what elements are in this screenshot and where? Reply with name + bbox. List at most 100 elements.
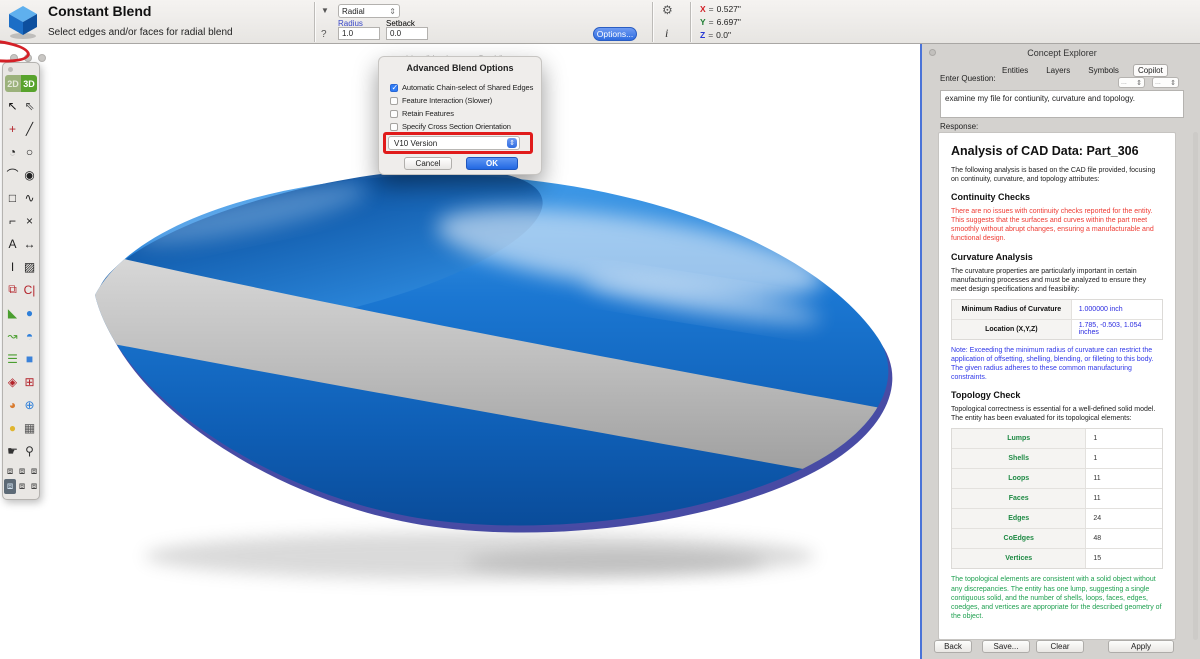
response-label: Response: xyxy=(940,122,978,131)
cancel-button[interactable]: Cancel xyxy=(404,157,452,170)
solid-cube-tool[interactable]: ■ xyxy=(21,347,38,370)
layers-tool[interactable]: ◈ xyxy=(4,370,21,393)
radius-input[interactable]: 1.0 xyxy=(338,27,380,40)
arc-tool[interactable]: ◔ xyxy=(4,140,21,163)
boolean-section-tool[interactable]: ◕ xyxy=(4,393,21,416)
checkbox-icon[interactable] xyxy=(390,110,398,118)
table-row: Loops 11 xyxy=(952,469,1162,489)
circle-tool[interactable]: ○ xyxy=(21,140,38,163)
mode-switch[interactable]: 2D 3D xyxy=(5,75,37,92)
checkbox-label: Specify Cross Section Orientation xyxy=(402,122,511,131)
surface-tool[interactable]: ◣ xyxy=(4,301,21,324)
curve-tool[interactable]: ⌒ xyxy=(4,163,21,186)
tool-subtitle: Select edges and/or faces for radial ble… xyxy=(48,27,233,38)
fillet-tool[interactable]: ⌐ xyxy=(4,209,21,232)
dialog-checkbox-row[interactable]: Automatic Chain-select of Shared Edges xyxy=(390,81,533,94)
table-row-value: 15 xyxy=(1086,549,1162,568)
render-tool[interactable]: ● xyxy=(4,416,21,439)
spline-tool[interactable]: ∿ xyxy=(21,186,38,209)
setback-input[interactable]: 0.0 xyxy=(386,27,428,40)
sphere-tool[interactable]: ● xyxy=(21,301,38,324)
info-icon[interactable]: i xyxy=(665,26,668,41)
dome-tool[interactable]: ◓ xyxy=(21,324,38,347)
tool-mini-column: ▼ ? xyxy=(318,0,334,44)
layers[interactable]: Layers xyxy=(1042,65,1074,76)
checkbox-icon[interactable] xyxy=(390,123,398,131)
checkbox-icon[interactable] xyxy=(390,84,398,92)
view-cube-5[interactable]: ⧈ xyxy=(16,479,28,494)
hatch-tool[interactable]: ▨ xyxy=(21,255,38,278)
explorer-titlebar[interactable]: Concept Explorer xyxy=(922,46,1200,60)
question-label: Enter Question: xyxy=(940,74,996,83)
save-button[interactable]: Save... xyxy=(982,640,1030,653)
dimension-tool[interactable]: ↔ xyxy=(21,232,38,255)
clear-button[interactable]: Clear xyxy=(1036,640,1084,653)
symbols[interactable]: Symbols xyxy=(1084,65,1123,76)
table-row-value: 1.785, -0.503, 1.054 inches xyxy=(1072,320,1162,339)
response-scrollbar[interactable] xyxy=(1193,132,1198,640)
help-icon[interactable]: ? xyxy=(321,29,327,40)
entities[interactable]: Entities xyxy=(998,65,1032,76)
cross-tool[interactable]: × xyxy=(21,209,38,232)
checkbox-label: Retain Features xyxy=(402,109,454,118)
x-coordinate: X=0.527" xyxy=(700,3,741,16)
tool-palette: 2D 3D ↖ ⇖ + ╱ ◔ ○ ⌒ ◉ □ ∿ xyxy=(2,62,40,500)
ok-button[interactable]: OK xyxy=(466,157,518,170)
centerline-tool[interactable]: I xyxy=(4,255,21,278)
trim-tool[interactable]: C| xyxy=(21,278,38,301)
apply-button[interactable]: Apply xyxy=(1108,640,1174,653)
analysis-title: Analysis of CAD Data: Part_306 xyxy=(951,144,1163,158)
combo-select-1[interactable]: ... ⇕ xyxy=(1118,77,1145,88)
combo-placeholder: ... xyxy=(1121,79,1127,86)
boolean-union-tool[interactable]: ⊕ xyxy=(21,393,38,416)
collapse-arrow-icon[interactable]: ▼ xyxy=(321,6,329,15)
palette-close-dot[interactable] xyxy=(8,67,13,72)
options-button[interactable]: Options... xyxy=(593,27,637,41)
dialog-checkbox-row[interactable]: Feature Interaction (Slower) xyxy=(390,94,533,107)
table-row-value: 11 xyxy=(1086,469,1162,488)
tool-grid: ↖ ⇖ + ╱ ◔ ○ ⌒ ◉ □ ∿ ⌐ × xyxy=(4,94,38,462)
extrude-tool[interactable]: ⊞ xyxy=(21,370,38,393)
view-cube-1[interactable]: ⧈ xyxy=(4,464,16,479)
point-tool[interactable]: + xyxy=(4,117,21,140)
copilot[interactable]: Copilot xyxy=(1133,64,1168,77)
grid-view-tool[interactable]: ▦ xyxy=(21,416,38,439)
view-cube-6[interactable]: ⧈ xyxy=(28,479,40,494)
select-tool[interactable]: ↖ xyxy=(4,94,21,117)
pan-tool[interactable]: ☛ xyxy=(4,439,21,462)
table-row-value: 1 xyxy=(1086,449,1162,468)
topology-heading: Topology Check xyxy=(951,390,1163,400)
red-highlight-annotation xyxy=(383,132,533,154)
table-row-value: 48 xyxy=(1086,529,1162,548)
response-card: Analysis of CAD Data: Part_306 The follo… xyxy=(938,132,1176,640)
mirror-copy-tool[interactable]: ⧉ xyxy=(4,278,21,301)
topology-table: Lumps 1 Shells 1 Loops 11 Faces xyxy=(951,428,1163,569)
top-toolbar: Constant Blend Select edges and/or faces… xyxy=(0,0,1200,44)
checkbox-label: Feature Interaction (Slower) xyxy=(402,96,492,105)
mode-3d-button[interactable]: 3D xyxy=(21,75,37,92)
combo-select-2[interactable]: ... ⇕ xyxy=(1152,77,1179,88)
rectangle-tool[interactable]: □ xyxy=(4,186,21,209)
table-row: Shells 1 xyxy=(952,449,1162,469)
checkbox-icon[interactable] xyxy=(390,97,398,105)
dialog-checkbox-row[interactable]: Retain Features xyxy=(390,107,533,120)
stack-surfaces-tool[interactable]: ☰ xyxy=(4,347,21,370)
gear-icon[interactable]: ⚙ xyxy=(662,3,673,17)
select-alt-tool[interactable]: ⇖ xyxy=(21,94,38,117)
explorer-footer: Back Save... Clear Apply xyxy=(922,640,1200,656)
explorer-tabs: Entities Layers Symbols Copilot xyxy=(998,64,1168,77)
ellipse-tool[interactable]: ◉ xyxy=(21,163,38,186)
blend-type-select[interactable]: Radial ⇕ xyxy=(338,4,400,18)
line-tool[interactable]: ╱ xyxy=(21,117,38,140)
view-cube-2[interactable]: ⧈ xyxy=(16,464,28,479)
dialog-buttons: Cancel OK xyxy=(379,157,543,170)
continuity-heading: Continuity Checks xyxy=(951,192,1163,202)
back-button[interactable]: Back xyxy=(934,640,972,653)
sweep-tool[interactable]: ↝ xyxy=(4,324,21,347)
view-cube-3[interactable]: ⧈ xyxy=(28,464,40,479)
zoom-tool[interactable]: ⚲ xyxy=(21,439,38,462)
mode-2d-button[interactable]: 2D xyxy=(5,75,21,92)
text-tool[interactable]: A xyxy=(4,232,21,255)
view-cube-4[interactable]: ⧈ xyxy=(4,479,16,494)
question-input[interactable]: examine my file for contiunity, curvatur… xyxy=(940,90,1184,118)
